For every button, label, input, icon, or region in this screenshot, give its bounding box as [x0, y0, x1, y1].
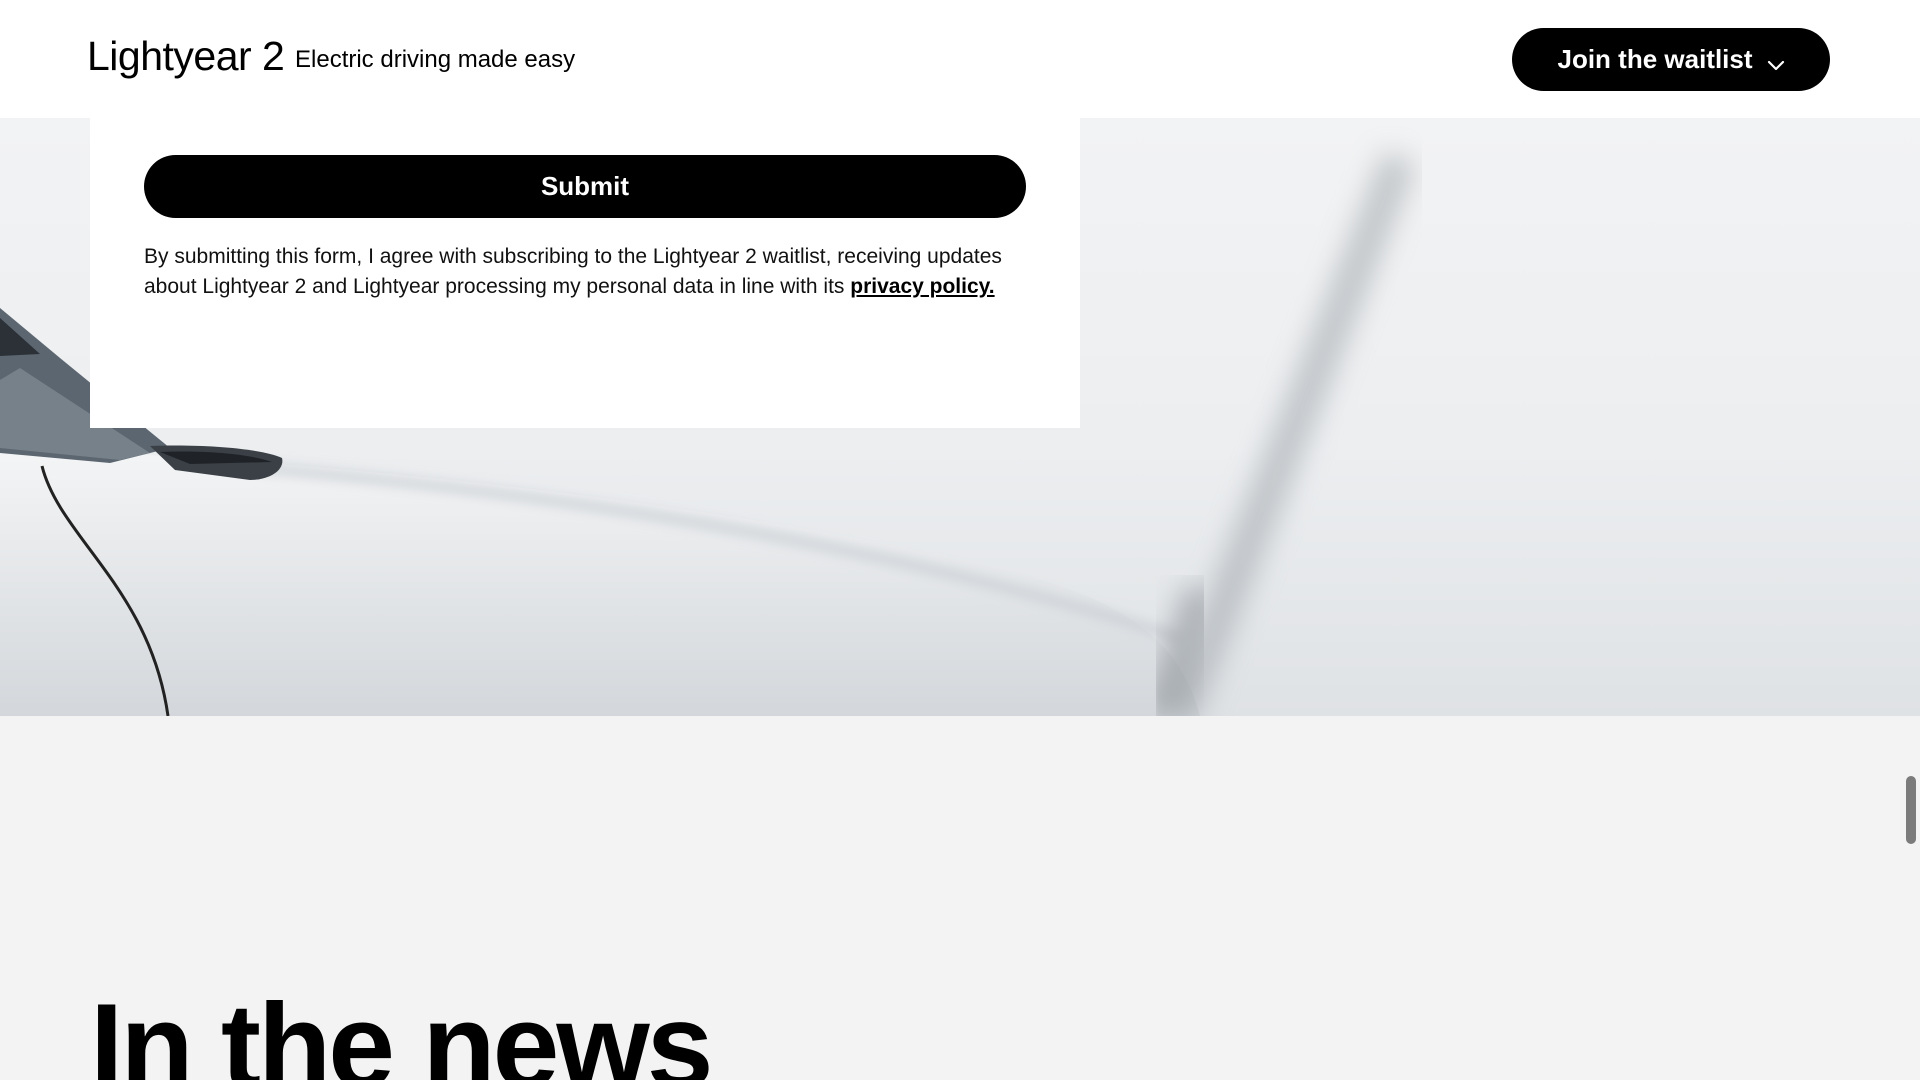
privacy-policy-link[interactable]: privacy policy. — [850, 275, 994, 298]
page: Lightyear 2 Electric driving made easy J… — [0, 0, 1920, 1080]
brand-logo[interactable]: Lightyear 2 — [87, 30, 285, 82]
scrollbar-thumb[interactable] — [1906, 776, 1916, 844]
brand-tagline: Electric driving made easy — [295, 46, 576, 73]
join-waitlist-label: Join the waitlist — [1557, 44, 1753, 74]
join-waitlist-button[interactable]: Join the waitlist — [1512, 28, 1830, 91]
site-header: Lightyear 2 Electric driving made easy J… — [0, 0, 1920, 118]
consent-text: By submitting this form, I agree with su… — [144, 242, 1004, 302]
waitlist-form: Submit By submitting this form, I agree … — [90, 118, 1080, 428]
submit-button[interactable]: Submit — [144, 155, 1026, 218]
news-section: In the news — [0, 716, 1920, 1080]
news-heading: In the news — [90, 979, 713, 1080]
chevron-down-icon — [1767, 51, 1785, 70]
